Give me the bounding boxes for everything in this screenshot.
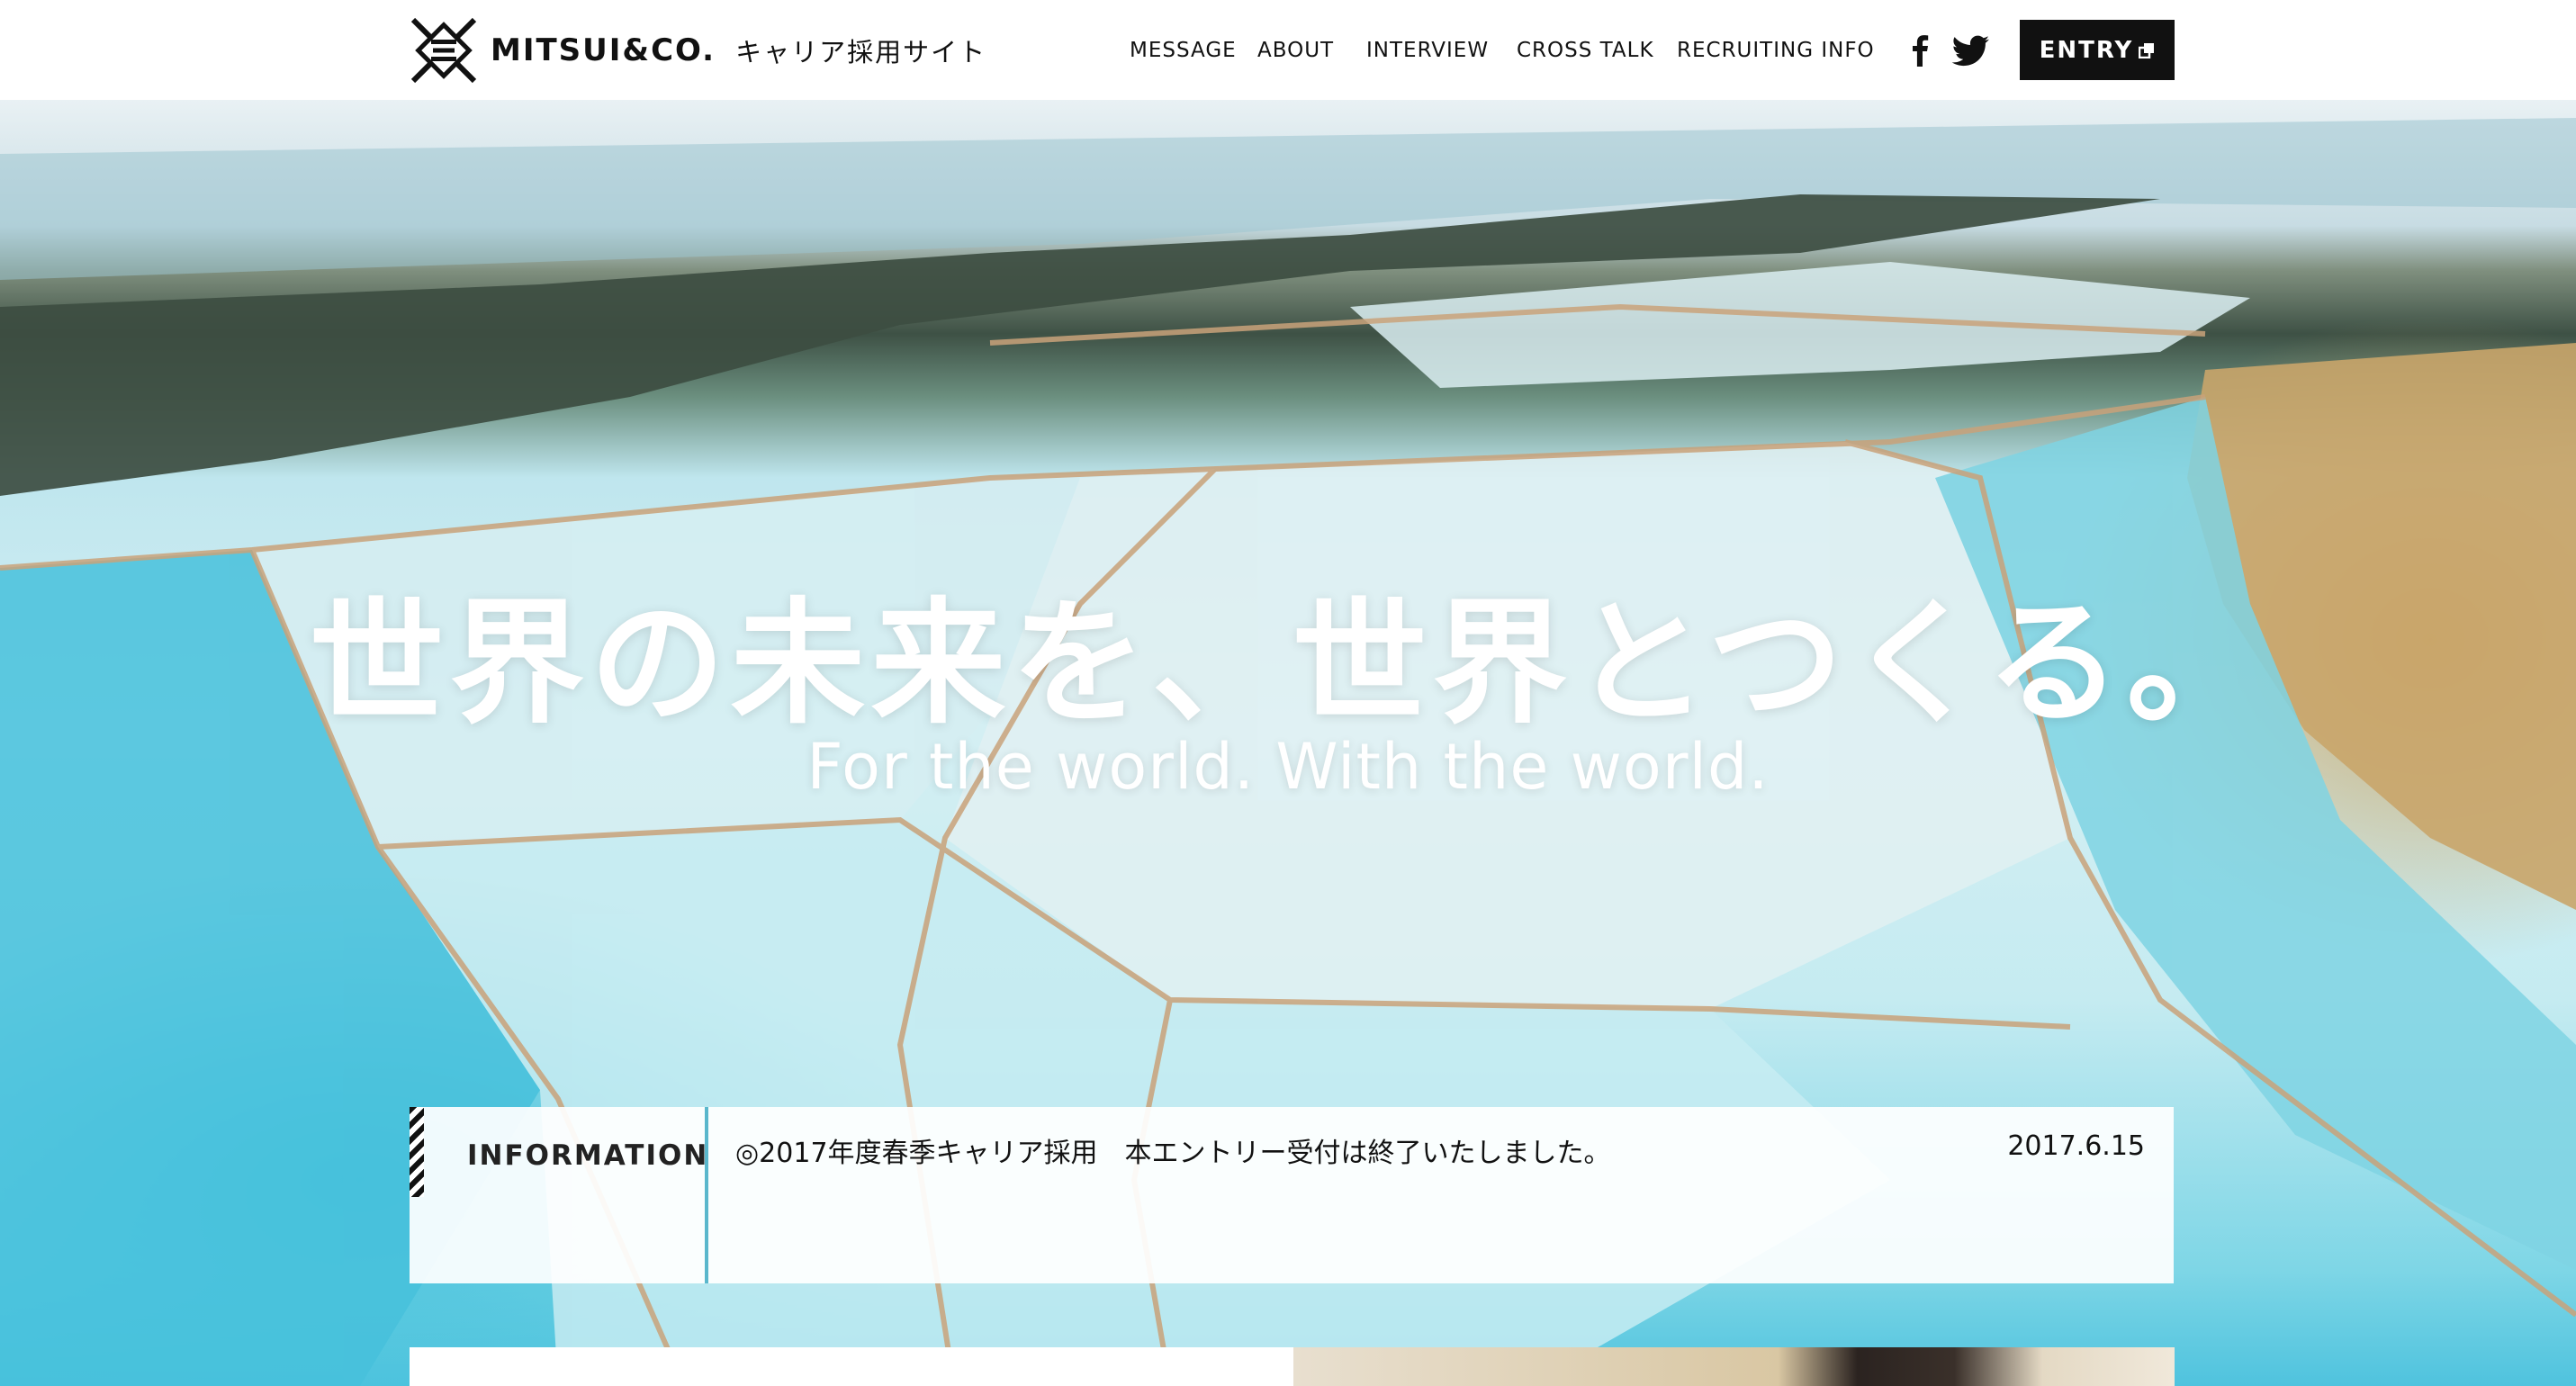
hero-subtitle: For the world. With the world. — [806, 730, 1770, 804]
nav-recruiting-info[interactable]: RECRUITING INFO — [1677, 34, 1875, 67]
facebook-icon[interactable] — [1903, 32, 1939, 68]
content-card-right[interactable] — [1293, 1347, 2175, 1386]
entry-label: ENTRY — [2039, 36, 2134, 64]
information-panel: INFORMATION ◎2017年度春季キャリア採用 本エントリー受付は終了い… — [410, 1107, 2174, 1283]
content-card-left[interactable] — [410, 1347, 1293, 1386]
nav-about[interactable]: ABOUT — [1257, 34, 1334, 67]
information-item[interactable]: ◎2017年度春季キャリア採用 本エントリー受付は終了いたしました。 2017.… — [708, 1107, 2174, 1283]
information-heading: INFORMATION — [467, 1139, 709, 1172]
nav-message[interactable]: MESSAGE — [1130, 34, 1237, 67]
external-link-icon — [2139, 42, 2155, 58]
site-header: MITSUI&CO. キャリア採用サイト MESSAGE ABOUT INTER… — [0, 0, 2576, 100]
striped-marker — [410, 1107, 424, 1197]
hero-title: 世界の未来を、世界とつくる。 — [309, 586, 2267, 742]
information-date: 2017.6.15 — [2007, 1130, 2145, 1162]
nav-interview[interactable]: INTERVIEW — [1366, 34, 1489, 67]
twitter-icon[interactable] — [1951, 32, 1991, 68]
information-text[interactable]: ◎2017年度春季キャリア採用 本エントリー受付は終了いたしました。 — [735, 1130, 1611, 1170]
information-label-box: INFORMATION — [410, 1107, 708, 1283]
nav-cross-talk[interactable]: CROSS TALK — [1517, 34, 1654, 67]
global-nav: MESSAGE ABOUT INTERVIEW CROSS TALK RECRU… — [0, 34, 2576, 67]
entry-button[interactable]: ENTRY — [2020, 20, 2175, 80]
